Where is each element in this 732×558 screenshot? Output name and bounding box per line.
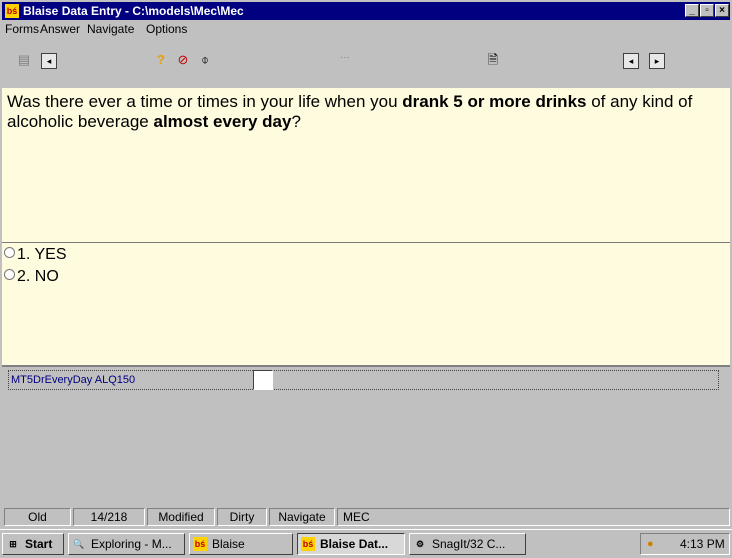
status-page-count: 14/218 [73,508,145,526]
status-dirty: Dirty [217,508,267,526]
blaise-window: bś Blaise Data Entry - C:\models\Mec\Mec… [0,0,732,558]
help-icon[interactable]: ? [153,52,169,68]
menu-navigate[interactable]: Navigate [87,20,134,38]
taskbar: ⊞ Start 🔍 Exploring - M... bś Blaise bś Blai… [0,529,732,558]
next-page-icon[interactable]: ▸ [649,53,665,69]
radio-button[interactable] [4,247,15,259]
first-page-icon[interactable]: ◂ [623,53,639,69]
field-row[interactable]: MT5DrEveryDay ALQ150 [8,370,719,390]
status-survey: MEC [337,508,730,526]
ellipsis-icon: ··· [340,52,350,63]
question-text: Was there ever a time or times in your l… [7,92,693,131]
status-bar: Old 14/218 Modified Dirty Navigate MEC [2,508,730,527]
clock[interactable]: 4:13 PM [680,534,725,554]
radio-button[interactable] [4,269,15,281]
field-pane: MT5DrEveryDay ALQ150 [2,367,730,499]
windows-logo-icon: ⊞ [9,539,17,549]
menu-forms[interactable]: Forms [5,20,39,38]
minimize-button[interactable]: _ [685,4,699,17]
system-tray: ● 4:13 PM [640,533,730,555]
taskbar-exploring[interactable]: 🔍 Exploring - M... [68,533,185,555]
tray-icon[interactable]: ● [647,534,654,554]
status-modified: Modified [147,508,215,526]
blaise-icon: bś [301,537,315,551]
close-button[interactable]: × [715,4,729,17]
field-input[interactable] [253,370,273,390]
status-form-state: Old [4,508,71,526]
folder-icon: 🔍 [73,539,85,549]
taskbar-blaise-data-entry[interactable]: bś Blaise Dat... [297,533,405,555]
copy-form-icon[interactable]: ▤ [16,52,32,68]
answer-pane: 1. YES 2. NO [2,243,730,367]
restore-button[interactable]: ▫ [700,4,714,17]
stop-icon[interactable]: ⊘ [175,52,191,68]
prev-form-icon[interactable]: ◂ [41,53,57,69]
window-title: Blaise Data Entry - C:\models\Mec\Mec [23,4,244,18]
menu-answer[interactable]: Answer [40,20,80,38]
taskbar-snagit[interactable]: ⚙ SnagIt/32 C... [409,533,526,555]
menu-bar: Forms Answer Navigate Options [2,20,730,38]
paperclip-icon[interactable]: ⌽ [197,52,213,68]
blaise-icon: bś [193,537,207,551]
toolbar: ▤ ◂ ? ⊘ ⌽ ··· 🗎 ◂ ▸ [2,38,730,88]
blaise-icon: bś [5,4,19,18]
snagit-icon: ⚙ [415,539,425,549]
taskbar-blaise[interactable]: bś Blaise [189,533,293,555]
status-mode: Navigate [269,508,335,526]
title-bar[interactable]: bś Blaise Data Entry - C:\models\Mec\Mec… [2,2,730,20]
question-pane: Was there ever a time or times in your l… [2,88,730,243]
field-name: MT5DrEveryDay ALQ150 [11,374,136,386]
answer-option-no[interactable]: 2. NO [4,267,59,287]
answer-option-yes[interactable]: 1. YES [4,245,67,265]
document-search-icon[interactable]: 🗎 [485,52,501,68]
menu-options[interactable]: Options [146,20,187,38]
start-button[interactable]: ⊞ Start [2,533,64,555]
